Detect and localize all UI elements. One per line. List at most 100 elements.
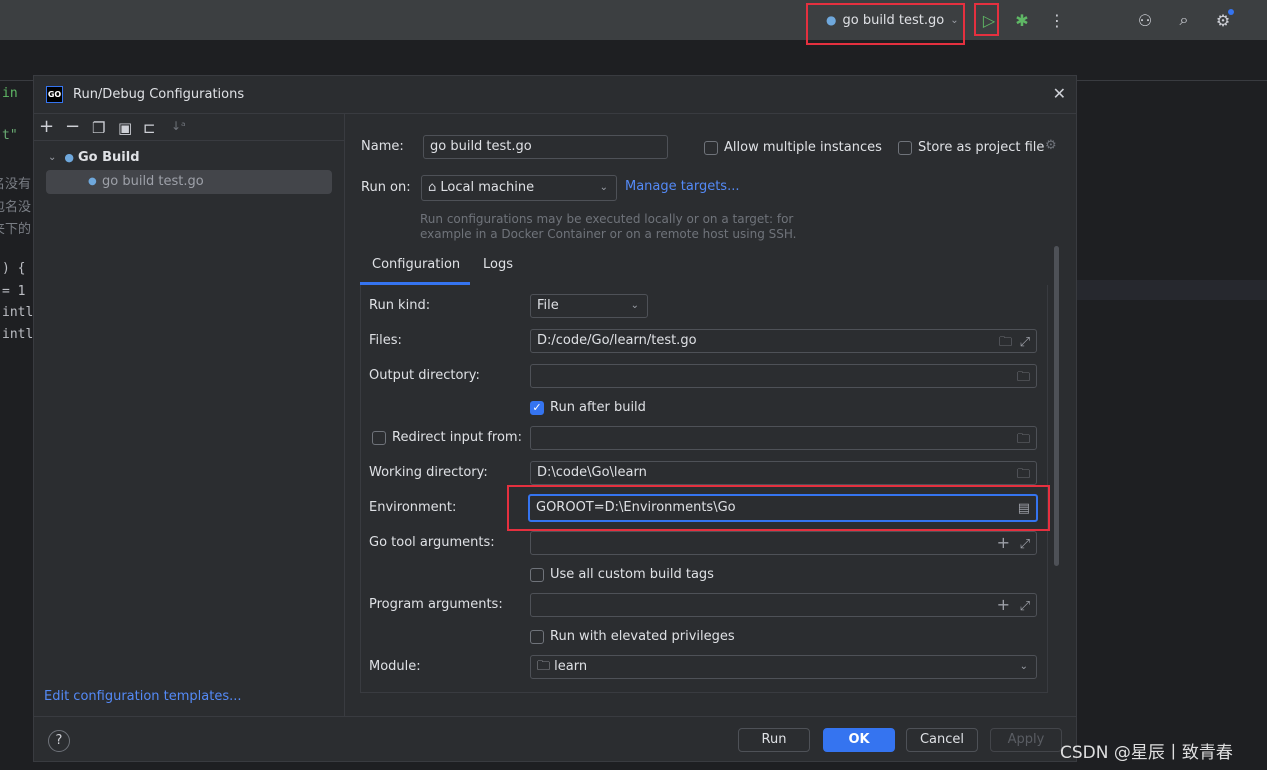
expand-icon[interactable]: ⤢ [1020,534,1030,556]
environment-label: Environment: [369,500,457,515]
elevated-label: Run with elevated privileges [550,629,735,644]
folder-icon[interactable]: 🗀 [1017,429,1030,451]
top-toolbar: ● go build test.go ⌄ ▷ ✱ ⋮ ⚇ ⌕ ⚙ [0,0,1267,45]
folder-icon[interactable]: 🗀 [999,332,1012,354]
run-after-build-label: Run after build [550,400,646,415]
code-line: 包名没 [0,200,32,215]
tree-item-label: go build test.go [102,174,204,189]
module-dropdown[interactable]: 🗀 learn ⌄ [530,655,1037,679]
tree-group-go-build[interactable]: ⌄ ● Go Build [48,150,140,165]
apply-button[interactable]: Apply [990,728,1062,752]
run-kind-dropdown[interactable]: File ⌄ [530,294,648,318]
csdn-watermark: CSDN @星辰丨致青春 [1060,743,1233,763]
run-debug-dialog: GO Run/Debug Configurations ✕ + − ❐ ▣ ⊏ … [33,75,1077,762]
run-on-hint: Run configurations may be executed local… [420,212,797,242]
footer-divider [34,716,1076,717]
program-args-label: Program arguments: [369,597,503,612]
highlight-box [806,3,965,45]
go-tool-args-input[interactable]: + ⤢ [530,531,1037,555]
debug-bug-icon[interactable]: ✱ [1010,8,1034,32]
highlight-box [974,3,999,36]
edit-templates-link[interactable]: Edit configuration templates... [44,689,242,704]
config-tree-panel: + − ❐ ▣ ⊏ ↓ᵃ ⌄ ● Go Build ● go build tes… [34,114,345,716]
chevron-down-icon: ⌄ [630,300,639,311]
folder-icon[interactable]: 🗀 [1017,464,1030,486]
expand-icon[interactable]: ⤢ [1020,596,1030,618]
run-button[interactable]: Run [738,728,810,752]
go-config-icon: ● [64,151,74,164]
save-icon[interactable]: ▣ [118,119,132,137]
close-icon[interactable]: ✕ [1053,84,1066,103]
run-kind-label: Run kind: [369,298,431,313]
allow-multiple-checkbox[interactable] [704,141,718,155]
hint-line: Run configurations may be executed local… [420,212,794,226]
chevron-down-icon: ⌄ [48,152,57,163]
folder-icon[interactable]: 🗀 [1017,367,1030,389]
name-input[interactable]: go build test.go [423,135,668,159]
redirect-input-field[interactable]: 🗀 [530,426,1037,450]
copy-icon[interactable]: ❐ [92,119,105,137]
expand-icon[interactable]: ⤢ [1020,332,1030,354]
program-args-input[interactable]: + ⤢ [530,593,1037,617]
custom-build-tags-checkbox[interactable] [530,568,544,582]
tree-toolbar: + − ❐ ▣ ⊏ ↓ᵃ [34,114,344,141]
run-on-value: Local machine [440,180,535,195]
store-project-checkbox[interactable] [898,141,912,155]
settings-gear-icon[interactable]: ⚙ [1211,8,1235,32]
module-label: Module: [369,659,421,674]
manage-targets-link[interactable]: Manage targets... [625,179,739,194]
add-icon[interactable]: + [39,116,54,137]
code-line: intl [2,327,34,342]
elevated-checkbox[interactable] [530,630,544,644]
chevron-down-icon: ⌄ [1019,661,1028,672]
files-input[interactable]: D:/code/Go/learn/test.go 🗀 ⤢ [530,329,1037,353]
name-label: Name: [361,139,404,154]
configuration-panel: Run kind: File ⌄ Files: D:/code/Go/learn… [360,285,1050,693]
run-after-build-checkbox[interactable]: ✓ [530,401,544,415]
search-icon[interactable]: ⌕ [1172,8,1196,32]
tab-configuration[interactable]: Configuration [372,257,460,272]
store-project-label: Store as project file [918,140,1045,155]
add-user-icon[interactable]: ⚇ [1133,8,1157,32]
remove-icon[interactable]: − [65,116,80,137]
module-folder-icon: 🗀 [537,659,551,674]
home-icon: ⌂ [428,180,437,195]
output-dir-label: Output directory: [369,368,480,383]
new-folder-icon[interactable]: ⊏ [143,119,156,137]
redirect-input-label: Redirect input from: [392,430,522,445]
go-tool-args-label: Go tool arguments: [369,535,495,550]
code-line: in [2,86,18,101]
go-config-icon: ● [88,176,97,187]
sort-icon[interactable]: ↓ᵃ [171,119,186,133]
ok-button[interactable]: OK [823,728,895,752]
code-line: t" [2,128,18,143]
allow-multiple-label: Allow multiple instances [724,140,882,155]
files-value: D:/code/Go/learn/test.go [537,333,697,348]
add-icon[interactable]: + [997,532,1010,554]
add-icon[interactable]: + [997,594,1010,616]
files-label: Files: [369,333,402,348]
gear-icon[interactable]: ⚙ [1045,138,1057,153]
help-button[interactable]: ? [48,730,70,752]
module-value: learn [554,659,588,674]
output-dir-input[interactable]: 🗀 [530,364,1037,388]
redirect-input-checkbox[interactable] [372,431,386,445]
run-on-dropdown[interactable]: ⌂ Local machine ⌄ [421,175,617,201]
working-dir-input[interactable]: D:\code\Go\learn 🗀 [530,461,1037,485]
code-line: = 1 [2,284,26,299]
tab-logs[interactable]: Logs [483,257,513,272]
working-dir-value: D:\code\Go\learn [537,465,647,480]
code-line: ) { [2,261,26,276]
scrollbar[interactable] [1054,246,1059,566]
cancel-button[interactable]: Cancel [906,728,978,752]
editor-highlight-line [1077,280,1267,300]
more-vertical-icon[interactable]: ⋮ [1045,8,1069,32]
working-dir-label: Working directory: [369,465,488,480]
chevron-down-icon: ⌄ [599,182,608,193]
hint-line: example in a Docker Container or on a re… [420,227,797,241]
custom-build-tags-label: Use all custom build tags [550,567,714,582]
code-line: 名没有 [0,177,32,192]
tree-item-go-build-test[interactable]: ● go build test.go [46,170,332,194]
run-kind-value: File [537,298,559,313]
dialog-titlebar: GO Run/Debug Configurations ✕ [34,76,1076,114]
